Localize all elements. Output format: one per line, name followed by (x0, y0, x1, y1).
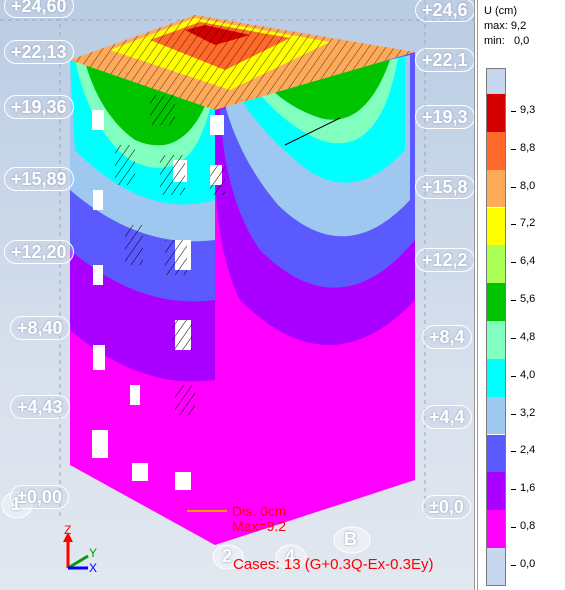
level-label-right: +4,4 (422, 405, 472, 429)
3d-viewport[interactable]: +24,60 +22,13 +19,36 +15,89 +12,20 +8,40… (0, 0, 474, 590)
scale-tick-label: 9,3 (520, 103, 536, 116)
scale-tick-label: 5,6 (520, 293, 536, 306)
legend-panel: U (cm) max: 9,2 min: 0,0 9,3 8,8 8,0 7,2 6,4… (474, 0, 565, 590)
scale-tick-label: 4,8 (520, 330, 536, 343)
building-model (0, 0, 474, 570)
scale-tick (511, 337, 516, 339)
level-label-right: +22,1 (415, 48, 474, 72)
level-label-left: +12,20 (4, 240, 74, 264)
level-label-right: +19,3 (415, 105, 474, 129)
triad-x-label: X (89, 561, 98, 575)
scale-tick-label: 8,0 (520, 179, 536, 192)
scale-tick-label: 0,0 (520, 557, 536, 570)
scale-tick (511, 489, 516, 491)
scale-tick-label: 4,0 (520, 368, 536, 381)
scale-tick (511, 110, 516, 112)
triad-z-label: Z (64, 523, 72, 537)
color-scale-frame (486, 68, 506, 586)
scale-tick (511, 300, 516, 302)
level-label-left: +24,60 (4, 0, 74, 18)
scale-tick-label: 8,8 (520, 141, 536, 154)
legend-max: max: 9,2 (484, 20, 527, 32)
level-label-left: +15,89 (4, 167, 74, 191)
scale-tick-label: 0,8 (520, 520, 536, 533)
grid-axis-label: 1 (11, 494, 22, 514)
max-label: Max=9.2 (232, 518, 287, 534)
scale-tick-label: 2,4 (520, 444, 536, 457)
level-label-left: +19,36 (4, 95, 74, 119)
legend-title: U (cm) (484, 5, 517, 17)
scale-tick (511, 375, 516, 377)
level-label-right: +8,4 (422, 325, 472, 349)
scale-tick-label: 3,2 (520, 406, 536, 419)
level-label-right: +15,8 (415, 175, 474, 199)
scale-tick (511, 564, 516, 566)
level-label-right: +24,6 (415, 0, 474, 22)
level-label-left: +4,43 (10, 395, 70, 419)
scale-tick (511, 527, 516, 529)
scale-tick-label: 7,2 (520, 217, 536, 230)
scale-tick (511, 262, 516, 264)
scale-tick (511, 451, 516, 453)
grid-axis-label: 2 (222, 546, 233, 566)
legend-min: min: 0,0 (484, 35, 530, 47)
scale-tick (511, 148, 516, 150)
level-label-left: +8,40 (10, 316, 70, 340)
level-label-right: +12,2 (415, 248, 474, 272)
level-label-left: +22,13 (4, 40, 74, 64)
level-label-right: ±0,0 (422, 495, 471, 519)
dis-label: Dis. 0cm (232, 503, 287, 519)
scale-tick-label: 1,6 (520, 482, 536, 495)
scale-tick (511, 224, 516, 226)
scale-tick-label: 6,4 (520, 255, 536, 268)
load-case-label: Cases: 13 (G+0.3Q-Ex-0.3Ey) (233, 556, 434, 573)
triad-y-label: Y (89, 546, 98, 560)
scale-tick (511, 186, 516, 188)
axis-triad (63, 532, 89, 570)
grid-axis-label: B (344, 529, 357, 549)
scale-tick (511, 413, 516, 415)
